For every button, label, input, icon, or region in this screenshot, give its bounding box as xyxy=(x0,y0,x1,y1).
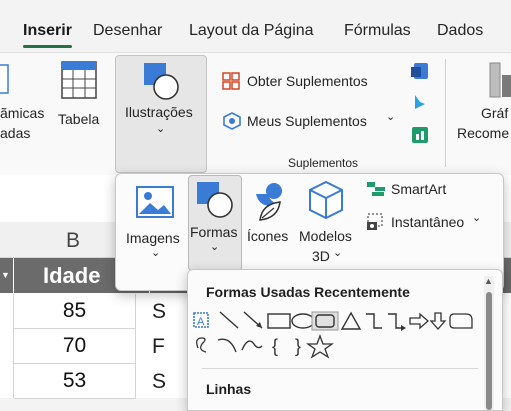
screenshot-button[interactable]: Instantâneo xyxy=(391,214,464,230)
3d-models-button[interactable]: Modelos 3D ⌄ xyxy=(296,178,358,270)
shapes-button[interactable]: Formas ⌄ xyxy=(188,175,242,271)
image-icon xyxy=(136,186,174,218)
table-cell-partial[interactable]: F xyxy=(152,335,165,359)
screenshot-icon xyxy=(367,213,383,230)
get-addins-button[interactable]: Obter Suplementos xyxy=(247,73,368,89)
table-button[interactable]: Tabela xyxy=(55,59,105,149)
visio-icon[interactable] xyxy=(410,61,430,81)
section-divider xyxy=(202,368,478,369)
3d-models-label-line1: Modelos xyxy=(299,228,352,244)
ribbon: ãmicas adas Tabela Ilustrações ⌄ Obter S… xyxy=(0,52,511,176)
elbow-connector-icon[interactable] xyxy=(366,313,382,329)
table-cell-partial[interactable]: S xyxy=(152,370,166,394)
star-icon[interactable] xyxy=(305,334,335,359)
pivot-table-icon[interactable] xyxy=(0,63,10,95)
rectangle-icon[interactable] xyxy=(267,313,291,329)
addins-group-label: Suplementos xyxy=(288,156,359,170)
recent-shapes-grid: A { } xyxy=(193,311,473,359)
header-cell-idade-text: Idade xyxy=(43,263,101,288)
snip-rectangle-icon[interactable] xyxy=(449,313,473,329)
images-label: Imagens xyxy=(126,230,180,246)
arc-icon[interactable] xyxy=(217,338,237,353)
recommended-charts-label-line1: Gráf xyxy=(481,105,509,121)
active-tab-indicator xyxy=(23,45,72,48)
my-addins-icon xyxy=(223,112,241,130)
scrollbar-thumb[interactable] xyxy=(486,292,492,410)
triangle-icon[interactable] xyxy=(340,311,362,330)
scroll-up-icon[interactable]: ▲ xyxy=(484,276,493,286)
illustrations-label: Ilustrações xyxy=(125,104,193,120)
images-button[interactable]: Imagens ⌄ xyxy=(124,180,186,275)
shapes-icon xyxy=(197,182,233,218)
get-addins-icon xyxy=(222,72,240,90)
table-cell[interactable]: 53 xyxy=(14,364,136,399)
recommended-charts-label-line2: Recome xyxy=(457,125,510,141)
icons-icon xyxy=(256,183,282,221)
tab-formulas[interactable]: Fórmulas xyxy=(344,22,411,40)
recent-shapes-title: Formas Usadas Recentemente xyxy=(206,284,410,300)
chevron-down-icon: ⌄ xyxy=(333,247,343,259)
table-cell[interactable]: 70 xyxy=(14,329,136,364)
my-addins-button[interactable]: Meus Suplementos xyxy=(247,113,367,129)
recommended-charts-icon[interactable] xyxy=(488,61,511,101)
tab-layout-da-pagina[interactable]: Layout da Página xyxy=(189,22,314,40)
pivot-table-label-line2: adas xyxy=(0,125,31,141)
scrollbar[interactable]: ▲ xyxy=(484,276,494,410)
elbow-arrow-connector-icon[interactable] xyxy=(388,313,406,331)
table-label: Tabela xyxy=(58,111,100,127)
text-box-icon[interactable]: A xyxy=(193,312,209,328)
illustrations-icon xyxy=(144,63,179,100)
right-arrow-icon[interactable] xyxy=(409,312,429,330)
curve-icon[interactable] xyxy=(241,340,263,351)
shapes-label: Formas xyxy=(190,224,238,240)
ribbon-tab-bar: Inserir Desenhar Layout da Página Fórmul… xyxy=(0,0,511,52)
3d-models-label-line2: 3D xyxy=(312,248,330,264)
right-brace-icon[interactable]: } xyxy=(295,336,301,356)
group-separator xyxy=(445,59,446,167)
shapes-gallery: Formas Usadas Recentemente A { } Linhas … xyxy=(187,269,503,411)
rounded-rectangle-icon[interactable] xyxy=(311,311,339,331)
table-icon xyxy=(61,61,97,99)
table-cell[interactable]: 85 xyxy=(14,294,136,329)
line-shape-icon[interactable] xyxy=(219,311,239,329)
left-brace-icon[interactable]: { xyxy=(272,336,278,356)
filter-dropdown-icon[interactable]: ▼ xyxy=(1,270,10,280)
bing-maps-icon[interactable] xyxy=(410,93,430,113)
smartart-button[interactable]: SmartArt xyxy=(391,181,446,197)
lines-section-title: Linhas xyxy=(206,381,252,397)
down-arrow-icon[interactable] xyxy=(429,312,447,330)
tab-desenhar[interactable]: Desenhar xyxy=(93,22,162,40)
chevron-down-icon: ⌄ xyxy=(210,241,220,253)
table-cell-partial[interactable]: S xyxy=(152,300,166,324)
3d-cube-icon xyxy=(309,180,343,220)
freeform-icon[interactable] xyxy=(196,337,207,353)
illustrations-button[interactable]: Ilustrações ⌄ xyxy=(115,55,207,173)
chevron-down-icon: ⌄ xyxy=(156,123,166,135)
chevron-down-icon[interactable]: ⌄ xyxy=(386,110,395,123)
smartart-icon xyxy=(367,182,385,196)
people-graph-icon[interactable] xyxy=(410,125,430,145)
icons-label: Ícones xyxy=(247,228,289,244)
pivot-table-label-line1: ãmicas xyxy=(0,105,45,121)
filter-cell[interactable]: ▼ xyxy=(0,258,13,293)
column-header-b[interactable]: B xyxy=(66,229,80,253)
tab-dados[interactable]: Dados xyxy=(437,22,483,40)
row-edge xyxy=(0,294,14,398)
icons-button[interactable]: Ícones xyxy=(246,178,294,248)
chevron-down-icon[interactable]: ⌄ xyxy=(472,211,481,224)
tab-inserir[interactable]: Inserir xyxy=(23,22,72,40)
oval-icon[interactable] xyxy=(291,313,315,329)
chevron-down-icon: ⌄ xyxy=(151,247,161,259)
svg-text:A: A xyxy=(197,316,205,328)
arrow-line-icon[interactable] xyxy=(243,311,263,329)
